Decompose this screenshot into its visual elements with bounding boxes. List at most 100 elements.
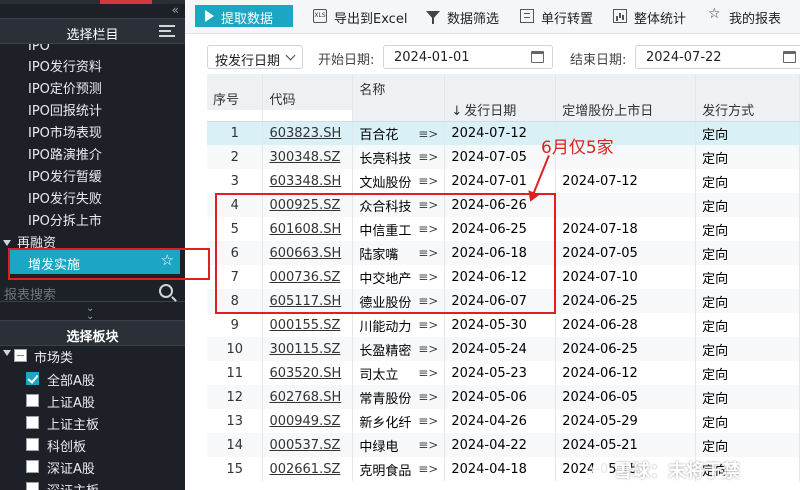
board-selector-title: 选择板块 [66,330,119,345]
sidebar-item-ipo-partial[interactable]: IPO [28,44,50,52]
sidebar-item-ipo-roadshow[interactable]: IPO路演推介 [28,144,102,163]
row-expand-arrow-icon[interactable]: ≡> [418,318,438,332]
menu-icon[interactable] [159,25,175,39]
header-listing-date[interactable]: 定增股份上市日 [555,98,697,122]
board-checkbox-sz-main[interactable] [26,482,39,490]
cell-name[interactable]: 司太立 ≡> [352,361,446,385]
market-category-checkbox[interactable] [14,349,27,362]
table-row[interactable]: 11 603520.SH 司太立 ≡> 2024-05-23 2024-06-12 定向 [207,361,800,385]
cell-name[interactable]: 百合花 ≡> [352,121,446,145]
filter-icon[interactable] [426,11,440,24]
cell-name[interactable]: 克明食品 ≡> [352,457,446,481]
table-row[interactable]: 13 000949.SZ 新乡化纤 ≡> 2024-04-26 2024-05-29 定向 [207,409,800,433]
row-expand-arrow-icon[interactable]: ≡> [418,390,438,404]
start-date-input[interactable]: 2024-01-01 [383,45,553,69]
cell-name[interactable]: 新乡化纤 ≡> [352,409,446,433]
header-code[interactable]: 代码 [262,87,354,111]
header-issue-date[interactable]: ↓ 发行日期 [444,98,557,122]
cell-code[interactable]: 603823.SH [262,121,354,145]
cell-code[interactable]: 300348.SZ [262,145,354,169]
cell-code[interactable]: 603348.SH [262,169,354,193]
end-date-input[interactable]: 2024-07-22 [635,45,800,69]
calendar-icon[interactable] [531,51,544,63]
table-row[interactable]: 9 000155.SZ 川能动力 ≡> 2024-05-30 2024-06-28 定向 [207,313,800,337]
cell-code[interactable]: 603520.SH [262,361,354,385]
transpose-icon[interactable] [520,9,534,23]
stock-code-link[interactable]: 000155.SZ [269,318,340,333]
stock-code-link[interactable]: 000537.SZ [269,438,340,453]
report-search-input[interactable]: 报表搜索 [4,284,56,303]
cell-name[interactable]: 川能动力 ≡> [352,313,446,337]
sidebar-item-ipo-pricing-forecast[interactable]: IPO定价预测 [28,78,102,97]
overall-stats-button[interactable]: 整体统计 [634,8,686,27]
sort-desc-icon[interactable]: ↓ [451,104,462,119]
calendar-icon[interactable] [783,51,796,63]
cell-issue-date: 2024-07-12 [444,121,557,145]
row-expand-arrow-icon[interactable]: ≡> [418,414,438,428]
header-method[interactable]: 发行方式 [695,98,800,122]
data-filter-button[interactable]: 数据筛选 [447,8,499,27]
row-expand-arrow-icon[interactable]: ≡> [418,366,438,380]
table-row[interactable]: 1 603823.SH 百合花 ≡> 2024-07-12 定向 [207,121,800,145]
row-expand-arrow-icon[interactable]: ≡> [418,127,438,141]
table-row[interactable]: 2 300348.SZ 长亮科技 ≡> 2024-07-05 定向 [207,145,800,169]
cell-name[interactable]: 长亮科技 ≡> [352,145,446,169]
board-checkbox-sh-a[interactable] [26,394,39,407]
row-expand-arrow-icon[interactable]: ≡> [418,174,438,188]
fetch-data-button[interactable]: 提取数据 [195,5,293,27]
sidebar-item-ipo-market-performance[interactable]: IPO市场表现 [28,122,102,141]
cell-code[interactable]: 300115.SZ [262,337,354,361]
row-expand-arrow-icon[interactable]: ≡> [418,462,438,476]
stock-code-link[interactable]: 300348.SZ [269,150,340,165]
stock-code-link[interactable]: 002661.SZ [269,462,340,477]
double-chevron-down-icon[interactable]: ⌄ ⌄ [86,304,94,322]
board-checkbox-star-market[interactable] [26,438,39,451]
report-search-row[interactable]: 报表搜索 [0,282,185,303]
stock-name: 中绿电 [359,439,399,455]
cell-code[interactable]: 000155.SZ [262,313,354,337]
stock-code-link[interactable]: 603348.SH [269,174,341,189]
stock-code-link[interactable]: 602768.SH [269,390,341,405]
stock-code-link[interactable]: 603520.SH [269,366,341,381]
cell-name[interactable]: 文灿股份 ≡> [352,169,446,193]
stock-code-link[interactable]: 300115.SZ [269,342,340,357]
board-checkbox-sz-a[interactable] [26,460,39,473]
header-name[interactable]: 名称 [352,74,446,98]
star-icon[interactable]: ☆ [708,6,721,22]
cell-code[interactable]: 602768.SH [262,385,354,409]
date-type-dropdown[interactable]: 按发行日期 [207,45,303,69]
table-row[interactable]: 14 000537.SZ 中绿电 ≡> 2024-04-22 2024-05-21 定向 [207,433,800,457]
sidebar-item-ipo-spinoff[interactable]: IPO分拆上市 [28,210,102,229]
table-row[interactable]: 12 602768.SH 常青股份 ≡> 2024-05-06 2024-06-05 定向 [207,385,800,409]
sidebar-item-ipo-failed[interactable]: IPO发行失败 [28,188,102,207]
header-seq[interactable]: 序号 [207,87,264,111]
cell-name[interactable]: 中绿电 ≡> [352,433,446,457]
cell-code[interactable]: 000537.SZ [262,433,354,457]
excel-icon[interactable]: XLS [313,9,327,23]
cell-code[interactable]: 002661.SZ [262,457,354,481]
transpose-button[interactable]: 单行转置 [541,8,593,27]
table-row[interactable]: 3 603348.SH 文灿股份 ≡> 2024-07-01 2024-07-12 定向 [207,169,800,193]
export-excel-button[interactable]: 导出到Excel [334,8,407,27]
table-row[interactable]: 10 300115.SZ 长盈精密 ≡> 2024-05-24 2024-06-25 定向 [207,337,800,361]
search-icon[interactable] [159,284,173,298]
sidebar-item-ipo-return-stats[interactable]: IPO回报统计 [28,100,102,119]
row-expand-arrow-icon[interactable]: ≡> [418,342,438,356]
cell-seq: 2 [207,145,264,169]
stock-code-link[interactable]: 000949.SZ [269,414,340,429]
market-category-row[interactable] [0,346,15,361]
cell-name[interactable]: 长盈精密 ≡> [352,337,446,361]
row-expand-arrow-icon[interactable]: ≡> [418,438,438,452]
header-issue-date-label: 发行日期 [464,103,517,119]
cell-code[interactable]: 000949.SZ [262,409,354,433]
collapse-sidebar-icon[interactable]: « [172,3,179,17]
my-reports-button[interactable]: 我的报表 [729,8,781,27]
sidebar-item-ipo-issue-info[interactable]: IPO发行资料 [28,56,102,75]
row-expand-arrow-icon[interactable]: ≡> [418,150,438,164]
stock-code-link[interactable]: 603823.SH [269,126,341,141]
statistics-icon[interactable] [613,9,627,23]
sidebar-item-ipo-suspended[interactable]: IPO发行暂缓 [28,166,102,185]
board-checkbox-sh-main[interactable] [26,416,39,429]
cell-name[interactable]: 常青股份 ≡> [352,385,446,409]
board-checkbox-all-a[interactable] [26,372,39,385]
